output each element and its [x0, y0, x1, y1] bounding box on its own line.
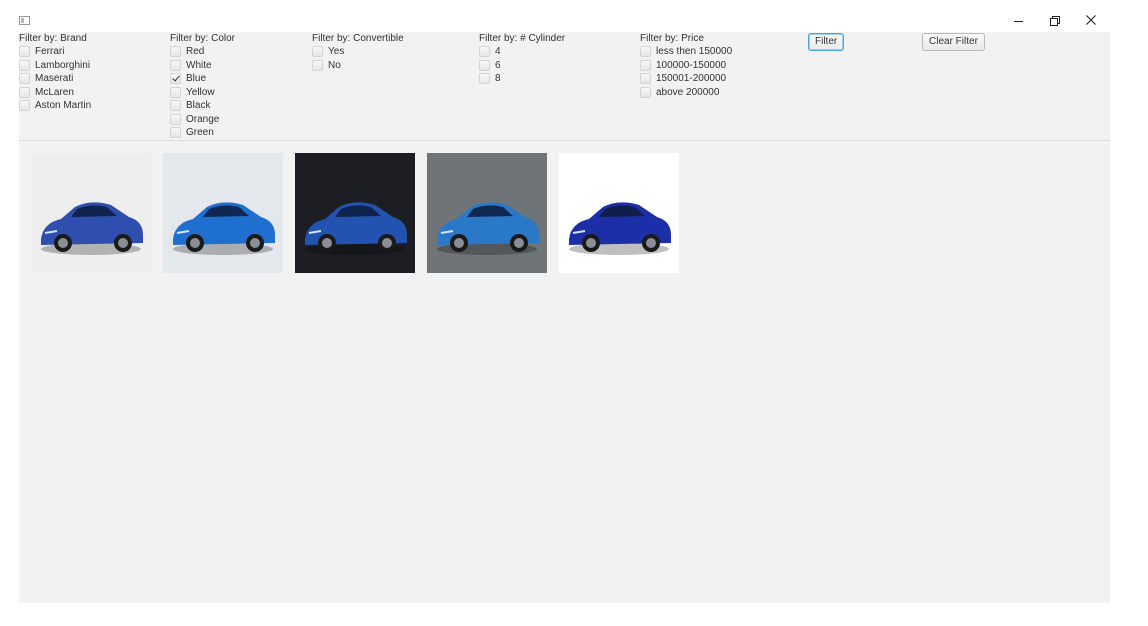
checkbox[interactable]: [170, 100, 181, 112]
filter-option-label: 100000-150000: [656, 59, 727, 71]
filter-option[interactable]: Red: [170, 45, 235, 59]
filter-option-label: 4: [495, 46, 501, 58]
filter-option-label: Lamborghini: [35, 59, 91, 71]
checkbox-checked[interactable]: [170, 73, 181, 85]
filter-option-label: Blue: [186, 73, 207, 85]
filter-option[interactable]: Ferrari: [19, 45, 91, 59]
filter-option-label: White: [186, 59, 212, 71]
filter-option-label: 6: [495, 59, 501, 71]
filter-option-label: No: [328, 59, 341, 71]
filter-group-title: Filter by: Price: [640, 33, 704, 44]
filter-option-label: 8: [495, 73, 501, 85]
filter-option-label: Green: [186, 127, 214, 139]
filter-group-price: Filter by: Price less then 150000 100000-1…: [640, 33, 732, 99]
minimize-button[interactable]: [1003, 10, 1033, 30]
filter-option-label: Red: [186, 46, 205, 58]
checkbox[interactable]: [170, 127, 181, 139]
filter-option-label: above 200000: [656, 86, 720, 98]
filter-option-label: 150001-200000: [656, 73, 727, 85]
filter-option[interactable]: Aston Martin: [19, 99, 91, 113]
filter-option[interactable]: above 200000: [640, 86, 732, 100]
filter-option[interactable]: Blue: [170, 72, 235, 86]
filter-option-label: McLaren: [35, 86, 74, 98]
filter-option[interactable]: White: [170, 59, 235, 73]
filter-button[interactable]: Filter: [808, 33, 845, 51]
checkbox[interactable]: [19, 100, 30, 112]
car-image[interactable]: [427, 153, 547, 273]
filter-option[interactable]: 150001-200000: [640, 72, 732, 86]
car-photo-icon: [295, 153, 415, 273]
checkbox[interactable]: [170, 113, 181, 125]
filter-option[interactable]: less then 150000: [640, 45, 732, 59]
filter-option[interactable]: 6: [479, 59, 565, 73]
checkbox[interactable]: [479, 73, 490, 85]
filter-option[interactable]: McLaren: [19, 86, 91, 100]
checkbox[interactable]: [640, 46, 651, 58]
checkbox[interactable]: [170, 59, 181, 71]
checkbox[interactable]: [312, 59, 323, 71]
filter-option-label: Maserati: [35, 73, 74, 85]
car-photo-icon: [427, 153, 547, 273]
checkbox[interactable]: [640, 86, 651, 98]
checkbox[interactable]: [312, 46, 323, 58]
car-photo-icon: [559, 153, 679, 273]
checkbox[interactable]: [479, 46, 490, 58]
filter-option[interactable]: No: [312, 59, 404, 73]
filter-option-label: less then 150000: [656, 46, 733, 58]
filter-group-title: Filter by: Brand: [19, 33, 87, 44]
clear-filter-button[interactable]: Clear Filter: [922, 33, 985, 51]
checkbox[interactable]: [640, 59, 651, 71]
filter-option[interactable]: 4: [479, 45, 565, 59]
filter-group-brand: Filter by: Brand Ferrari Lamborghini Masera…: [19, 33, 91, 113]
filter-bar: Filter by: Brand Ferrari Lamborghini Masera…: [19, 32, 1110, 141]
checkbox[interactable]: [479, 59, 490, 71]
filter-option-label: Aston Martin: [35, 100, 92, 112]
filter-group-title: Filter by: Color: [170, 33, 236, 44]
car-image[interactable]: [295, 153, 415, 273]
checkbox[interactable]: [19, 59, 30, 71]
filter-option-label: Ferrari: [35, 46, 65, 58]
checkbox[interactable]: [170, 46, 181, 58]
checkbox[interactable]: [640, 73, 651, 85]
app-icon: [19, 16, 30, 25]
checkbox[interactable]: [19, 73, 30, 85]
filter-option-label: Black: [186, 100, 211, 112]
car-image[interactable]: [559, 153, 679, 273]
filter-group-convertible: Filter by: Convertible Yes No: [312, 33, 404, 72]
checkbox[interactable]: [170, 86, 181, 98]
window-titlebar: [0, 0, 1148, 32]
filter-option[interactable]: Orange: [170, 113, 235, 127]
checkbox[interactable]: [19, 46, 30, 58]
filter-group-title: Filter by: # Cylinder: [479, 33, 566, 44]
filter-option[interactable]: Yellow: [170, 86, 235, 100]
checkbox[interactable]: [19, 86, 30, 98]
filter-option-label: Orange: [186, 113, 220, 125]
close-icon: [1086, 15, 1096, 25]
main-content: Filter by: Brand Ferrari Lamborghini Masera…: [19, 32, 1110, 603]
filter-group-cylinder: Filter by: # Cylinder 4 6 8: [479, 33, 565, 86]
car-photo-icon: [163, 153, 283, 273]
filter-group-title: Filter by: Convertible: [312, 33, 404, 44]
filter-option[interactable]: 8: [479, 72, 565, 86]
filter-option[interactable]: Black: [170, 99, 235, 113]
filter-group-color: Filter by: Color Red White Blue Yellow Black O…: [170, 33, 235, 140]
close-button[interactable]: [1076, 10, 1106, 30]
filter-option[interactable]: 100000-150000: [640, 59, 732, 73]
filter-option[interactable]: Yes: [312, 45, 404, 59]
restore-button[interactable]: [1039, 10, 1069, 30]
filter-option-label: Yes: [328, 46, 345, 58]
filter-option[interactable]: Green: [170, 126, 235, 140]
filter-option[interactable]: Maserati: [19, 72, 91, 86]
filter-option-label: Yellow: [186, 86, 215, 98]
car-photo-icon: [31, 153, 151, 273]
car-image[interactable]: [163, 153, 283, 273]
car-image[interactable]: [31, 153, 151, 273]
filter-option[interactable]: Lamborghini: [19, 59, 91, 73]
